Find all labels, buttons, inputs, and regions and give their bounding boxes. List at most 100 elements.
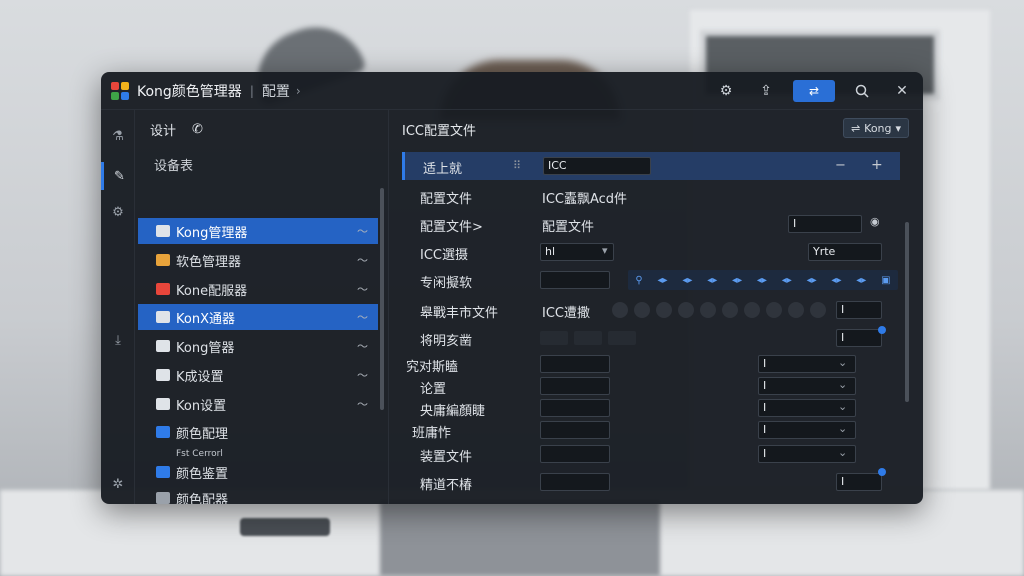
small-button[interactable] xyxy=(540,331,568,345)
arrow-lr-icon[interactable]: ◂▸ xyxy=(732,275,742,286)
row-input[interactable] xyxy=(540,399,610,417)
arrow-lr-icon[interactable]: ◂▸ xyxy=(658,275,668,286)
left-scrollbar[interactable] xyxy=(380,188,384,410)
row-input[interactable] xyxy=(540,377,610,395)
row-input[interactable]: ICC xyxy=(543,157,651,175)
chevron-down-icon: ⌄ xyxy=(838,378,848,391)
chevron-down-icon[interactable]: 〜 xyxy=(357,281,368,297)
arrow-lr-icon[interactable]: ◂▸ xyxy=(707,275,717,286)
circle-icon[interactable] xyxy=(700,302,716,318)
channel-strip[interactable]: ⚲ ◂▸ ◂▸ ◂▸ ◂▸ ◂▸ ◂▸ ◂▸ ◂▸ ◂▸ ▣ xyxy=(628,270,898,290)
device-icon xyxy=(156,254,170,266)
device-icon xyxy=(156,340,170,352)
chevron-down-icon[interactable]: 〜 xyxy=(357,396,368,412)
panel-title: ICC配置文件 xyxy=(402,124,476,139)
rail-bottom-settings-button[interactable]: ✲ xyxy=(101,470,135,498)
search-icon xyxy=(855,84,869,98)
title-bar: Kong颜色管理器 | 配置 › ⚙ ⇪ ⇄ ✕ xyxy=(101,72,923,110)
swap-icon: ⇄ xyxy=(808,84,820,98)
row-label: 装置文件 xyxy=(420,450,473,465)
chevron-down-icon[interactable]: 〜 xyxy=(357,252,368,268)
arrow-lr-icon[interactable]: ◂▸ xyxy=(807,275,817,286)
circle-icon[interactable] xyxy=(766,302,782,318)
device-list-item[interactable]: 颜色配理 xyxy=(138,419,378,445)
small-button[interactable] xyxy=(574,331,602,345)
circle-icon[interactable] xyxy=(656,302,672,318)
row-input[interactable]: I xyxy=(836,301,882,319)
right-scrollbar[interactable] xyxy=(905,222,909,402)
circle-icon[interactable] xyxy=(810,302,826,318)
row-input[interactable] xyxy=(540,271,610,289)
arrow-lr-icon[interactable]: ◂▸ xyxy=(682,275,692,286)
export-icon: ⇪ xyxy=(760,83,772,99)
minus-button[interactable]: − xyxy=(835,158,846,173)
settings-row-2: 配置文件> 配置文件 I ◉ xyxy=(402,210,900,238)
circle-icon[interactable] xyxy=(744,302,760,318)
background-laptop xyxy=(380,500,660,576)
device-list-item[interactable]: 颜色鉴置 xyxy=(138,459,378,485)
device-list-item[interactable]: 颜色配器 xyxy=(138,488,378,504)
circle-icon[interactable] xyxy=(634,302,650,318)
row-input[interactable] xyxy=(540,473,610,491)
plus-button[interactable]: + xyxy=(871,157,883,173)
design-tab[interactable]: 设计 xyxy=(150,120,176,139)
device-label: Kong管理器 xyxy=(176,225,248,241)
device-list-item[interactable]: Kone配服器 〜 xyxy=(138,276,378,302)
arrow-lr-icon[interactable]: ◂▸ xyxy=(757,275,767,286)
circle-icon[interactable] xyxy=(788,302,804,318)
device-list-item[interactable]: Kong管理器 〜 xyxy=(138,218,378,244)
info-icon[interactable]: ◉ xyxy=(870,215,880,228)
device-list-item[interactable]: Kon设置 〜 xyxy=(138,391,378,417)
row-label: 配置文件 xyxy=(420,192,473,207)
rail-download-button[interactable]: ⤓ xyxy=(101,326,135,354)
left-panel-header: 设计 ✆ xyxy=(150,120,203,139)
settings-button[interactable]: ⚙ xyxy=(713,78,739,104)
export-button[interactable]: ⇪ xyxy=(753,78,779,104)
device-list-item[interactable]: Kong管器 〜 xyxy=(138,333,378,359)
chevron-down-icon[interactable]: 〜 xyxy=(357,309,368,325)
row-input-right[interactable]: I xyxy=(836,473,882,491)
chevron-down-icon[interactable]: 〜 xyxy=(357,367,368,383)
close-button[interactable]: ✕ xyxy=(889,78,915,104)
chevron-down-icon: ⌄ xyxy=(838,422,848,435)
arrow-lr-icon[interactable]: ◂▸ xyxy=(856,275,866,286)
search-button[interactable] xyxy=(849,78,875,104)
row-input[interactable] xyxy=(540,421,610,439)
chevron-right-icon: › xyxy=(295,83,301,98)
device-list-item[interactable]: KonX通器 〜 xyxy=(138,304,378,330)
row-input[interactable] xyxy=(540,355,610,373)
dots-icon: ⠿ xyxy=(513,159,522,172)
kong-button[interactable]: ⇌ Kong ▾ xyxy=(843,118,909,138)
circle-icon[interactable] xyxy=(722,302,738,318)
device-list-item[interactable]: K成设置 〜 xyxy=(138,362,378,388)
row-select-right[interactable]: Yrte xyxy=(808,243,882,261)
circle-icon[interactable] xyxy=(612,302,628,318)
briefcase-icon[interactable]: ▣ xyxy=(881,275,890,286)
row-label: 专闲擬软 xyxy=(420,276,473,291)
button-group xyxy=(540,331,636,345)
small-button[interactable] xyxy=(608,331,636,345)
row-input[interactable]: I xyxy=(836,329,882,347)
device-label: Kon设置 xyxy=(176,398,227,414)
row-input[interactable]: I xyxy=(788,215,862,233)
circle-icon[interactable] xyxy=(678,302,694,318)
primary-action-button[interactable]: ⇄ xyxy=(793,80,835,102)
settings-row-0[interactable]: 适上就 ⠿ ICC − + xyxy=(402,152,900,180)
device-list-item[interactable]: 软色管理器 〜 xyxy=(138,247,378,273)
wand-icon[interactable]: ⚲ xyxy=(635,275,642,286)
rail-flask-button[interactable]: ⚗ xyxy=(101,122,135,150)
device-icon xyxy=(156,398,170,410)
chevron-down-icon[interactable]: 〜 xyxy=(357,338,368,354)
device-list-panel: 设计 ✆ 设备表 Kong管理器〜软色管理器〜 Kone配服器〜 KonX通器〜 Ko… xyxy=(136,110,389,504)
device-icon xyxy=(156,369,170,381)
chevron-down-icon[interactable]: 〜 xyxy=(357,223,368,239)
chevron-down-icon: ⌄ xyxy=(838,400,848,413)
row-input[interactable] xyxy=(540,445,610,463)
breadcrumb-page[interactable]: 配置 xyxy=(262,81,290,101)
arrow-lr-icon[interactable]: ◂▸ xyxy=(831,275,841,286)
phone-icon[interactable]: ✆ xyxy=(192,122,203,137)
arrow-lr-icon[interactable]: ◂▸ xyxy=(782,275,792,286)
rail-edit-button[interactable]: ✎ xyxy=(101,162,135,190)
device-label: 颜色配理 xyxy=(176,426,229,442)
rail-settings-button[interactable]: ⚙ xyxy=(101,198,135,226)
